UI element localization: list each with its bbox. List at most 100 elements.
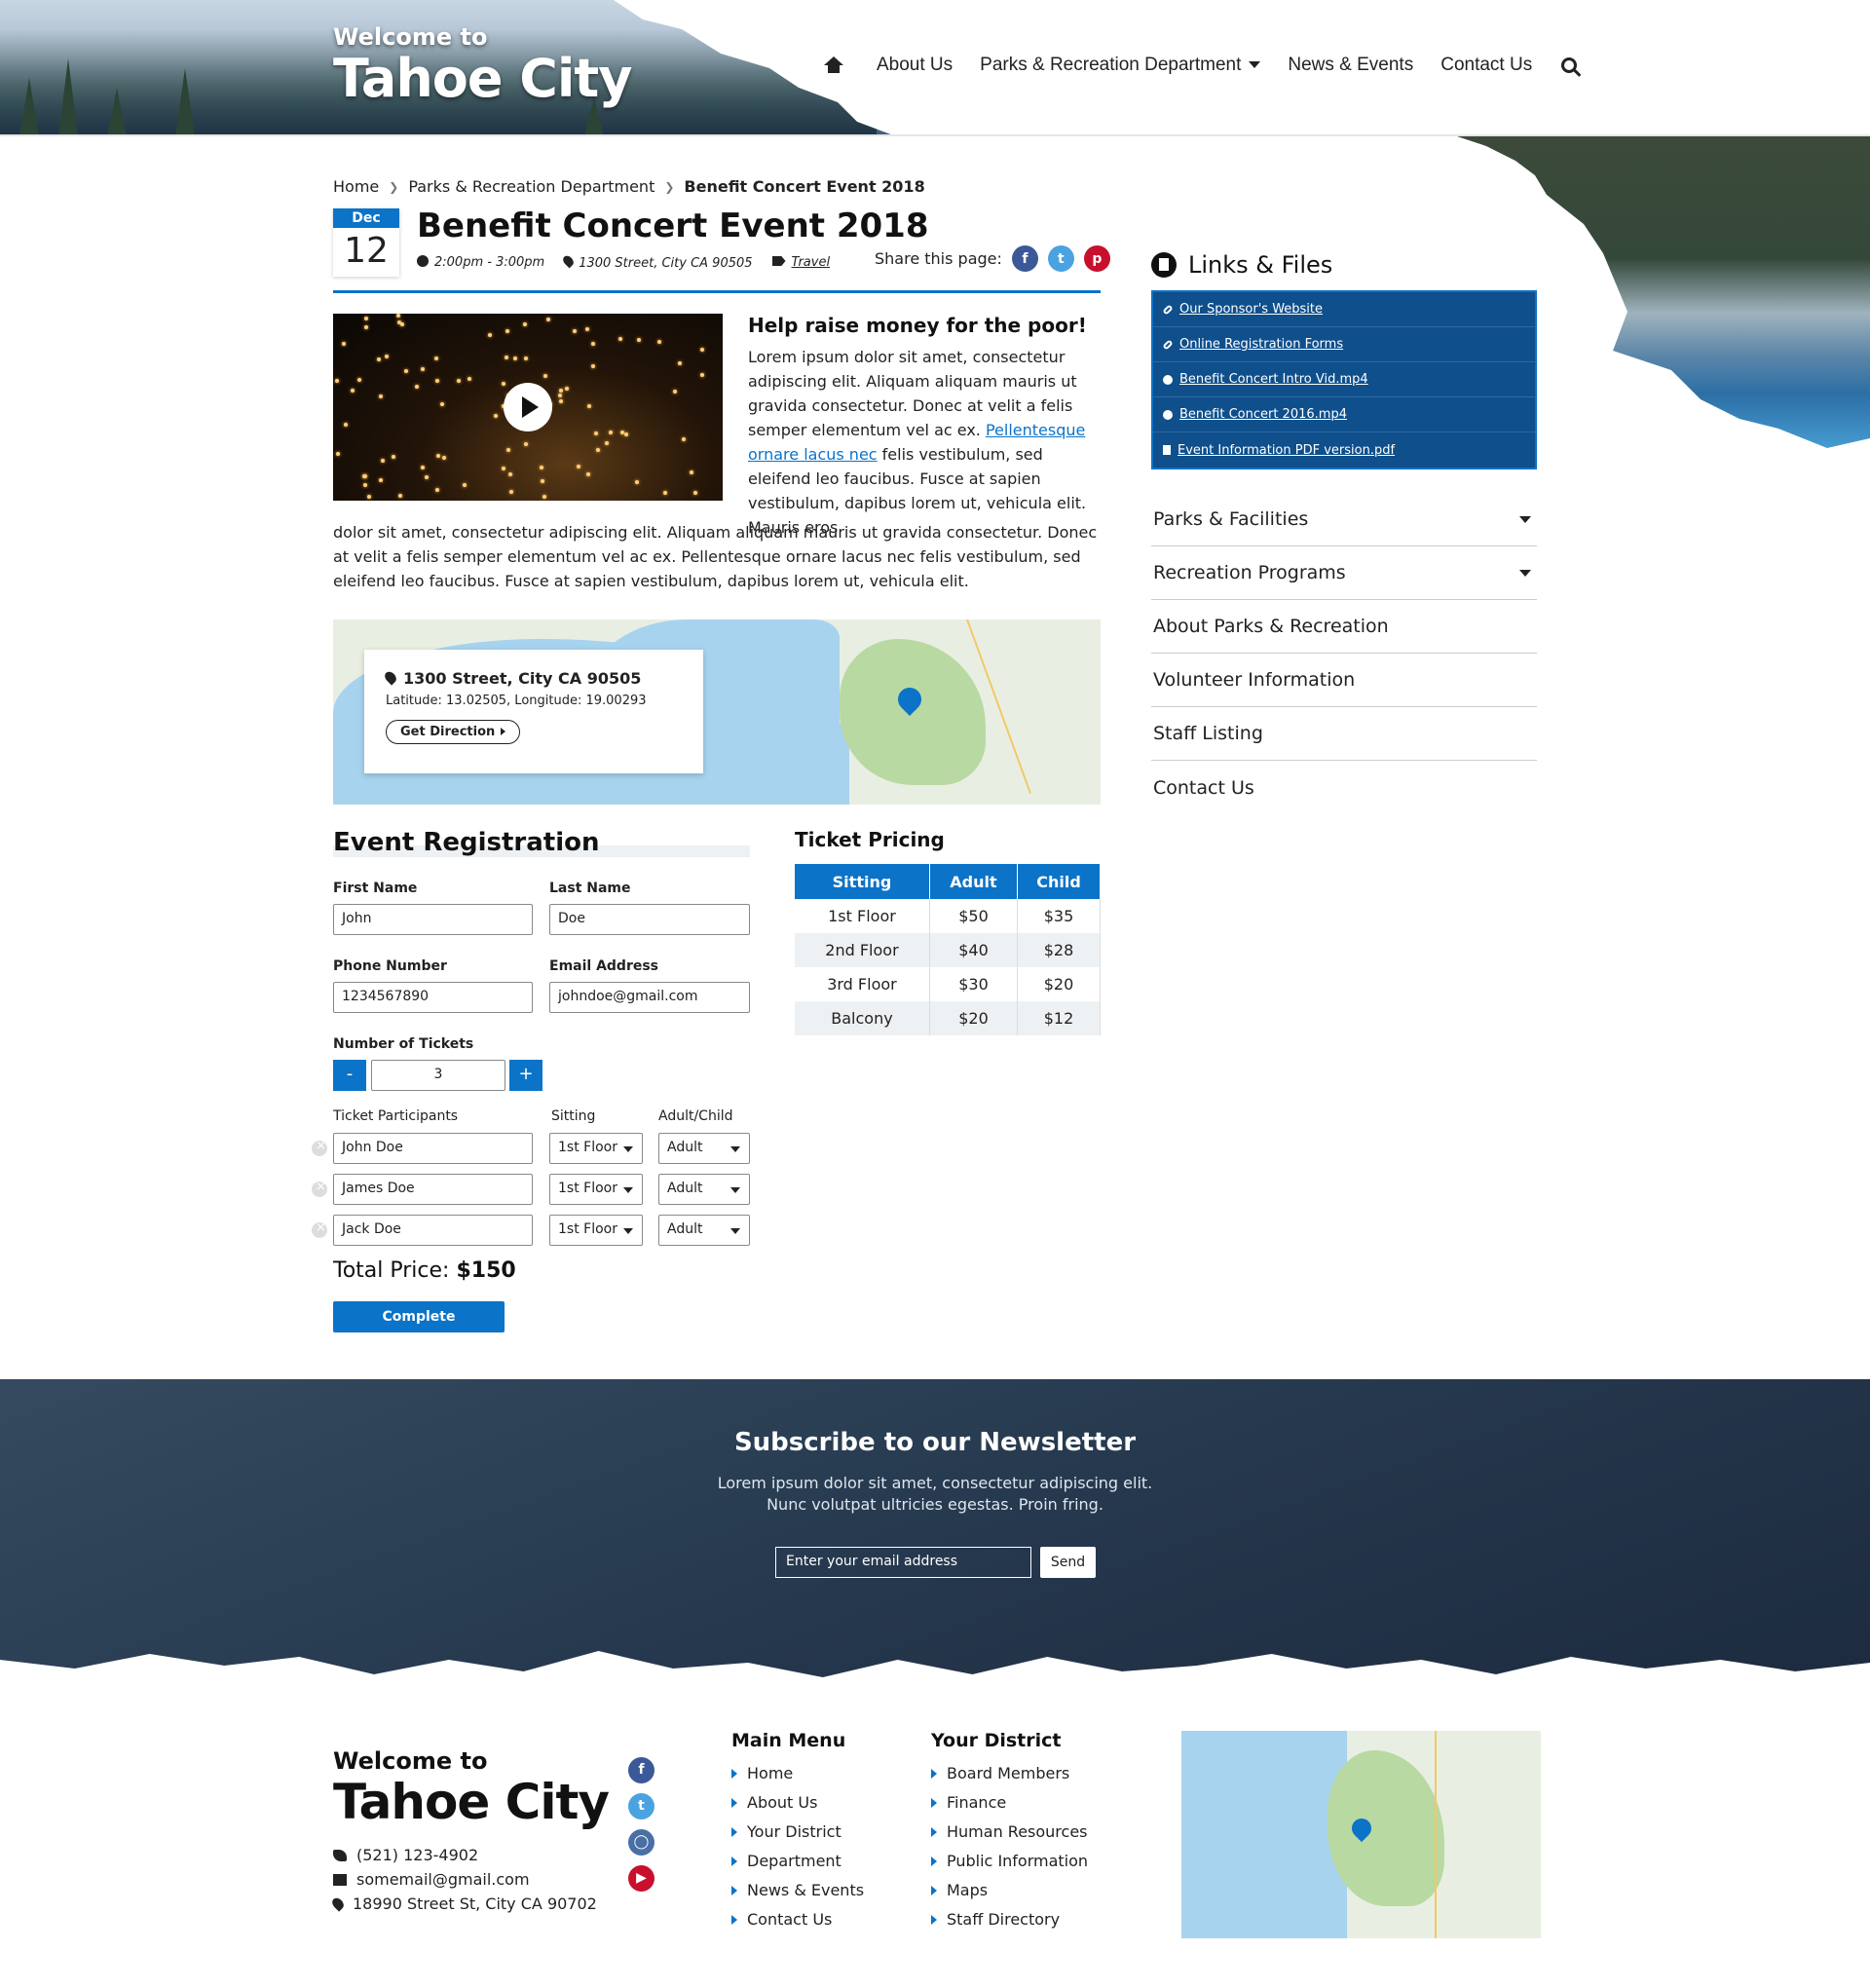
- event-map[interactable]: 1300 Street, City CA 90505 Latitude: 13.…: [333, 619, 1101, 805]
- phone-field[interactable]: 1234567890: [333, 982, 533, 1013]
- map-water: [1181, 1731, 1347, 1938]
- adult-child-select[interactable]: Adult: [658, 1215, 750, 1246]
- participant-name-field[interactable]: James Doe: [333, 1174, 533, 1205]
- footer-phone[interactable]: (521) 123-4902: [333, 1843, 597, 1867]
- table-cell: $12: [1017, 1001, 1101, 1035]
- sidebar-item-recreation-programs[interactable]: Recreation Programs: [1151, 546, 1537, 600]
- lantern-light: [505, 356, 508, 359]
- sitting-select[interactable]: 1st Floor: [549, 1133, 643, 1164]
- lantern-light: [605, 441, 609, 445]
- share-bar: Share this page: f t p: [875, 245, 1110, 272]
- site-logo[interactable]: Welcome to Tahoe City: [333, 23, 632, 107]
- breadcrumb-parks[interactable]: Parks & Recreation Department: [408, 177, 654, 196]
- adult-child-value: Adult: [667, 1221, 703, 1237]
- lantern-light: [381, 459, 385, 463]
- footer-logo[interactable]: Welcome to Tahoe City: [333, 1747, 610, 1829]
- complete-registration-button[interactable]: Complete Registration: [333, 1301, 505, 1356]
- nav-about-us[interactable]: About Us: [877, 55, 953, 76]
- document-icon: [1163, 445, 1171, 455]
- sidebar-item-staff-listing[interactable]: Staff Listing: [1151, 707, 1537, 761]
- adult-child-select[interactable]: Adult: [658, 1133, 750, 1164]
- play-icon[interactable]: [504, 383, 552, 431]
- search-icon[interactable]: [1561, 57, 1578, 73]
- adult-child-select[interactable]: Adult: [658, 1174, 750, 1205]
- footer-link[interactable]: Human Resources: [931, 1818, 1088, 1847]
- footer-link[interactable]: About Us: [731, 1788, 864, 1818]
- first-name-field[interactable]: John: [333, 904, 533, 935]
- home-icon[interactable]: [824, 56, 843, 74]
- footer-link[interactable]: Maps: [931, 1876, 1088, 1905]
- youtube-icon[interactable]: ▶: [628, 1865, 654, 1892]
- footer-link[interactable]: Department: [731, 1847, 864, 1876]
- lantern-light: [624, 432, 628, 436]
- lantern-light: [400, 322, 404, 326]
- last-name-label: Last Name: [549, 881, 631, 896]
- pinterest-icon[interactable]: p: [1083, 245, 1110, 272]
- table-row: 3rd Floor $30 $20: [795, 967, 1101, 1001]
- footer-link[interactable]: Finance: [931, 1788, 1088, 1818]
- tickets-quantity-field[interactable]: 3: [371, 1060, 505, 1091]
- lantern-light: [335, 379, 339, 383]
- footer-link[interactable]: Home: [731, 1759, 864, 1788]
- file-link[interactable]: Event Information PDF version.pdf: [1153, 432, 1535, 468]
- lantern-light: [392, 455, 395, 459]
- lantern-light: [425, 475, 429, 479]
- phone-icon: [333, 1850, 347, 1861]
- twitter-icon[interactable]: t: [628, 1793, 654, 1819]
- event-tag-link[interactable]: Travel: [792, 255, 831, 270]
- lantern-light: [524, 442, 528, 446]
- email-field[interactable]: johndoe@gmail.com: [549, 982, 750, 1013]
- event-video[interactable]: [333, 314, 723, 501]
- nav-news-events[interactable]: News & Events: [1288, 55, 1413, 76]
- chevron-down-icon: [730, 1228, 740, 1234]
- breadcrumb-home[interactable]: Home: [333, 177, 379, 196]
- sidebar-item-contact-us[interactable]: Contact Us: [1151, 761, 1537, 814]
- participant-name-field[interactable]: Jack Doe: [333, 1215, 533, 1246]
- sidebar-item-parks-facilities[interactable]: Parks & Facilities: [1151, 493, 1537, 546]
- twitter-icon[interactable]: t: [1047, 245, 1074, 272]
- newsletter-email-input[interactable]: Enter your email address: [775, 1547, 1031, 1578]
- facebook-icon[interactable]: f: [628, 1757, 654, 1783]
- lantern-light: [385, 355, 389, 358]
- sitting-select[interactable]: 1st Floor: [549, 1215, 643, 1246]
- newsletter-send-button[interactable]: Send: [1040, 1547, 1096, 1578]
- instagram-icon[interactable]: ◯: [628, 1829, 654, 1856]
- footer-email[interactable]: somemail@gmail.com: [333, 1867, 597, 1892]
- file-link[interactable]: Benefit Concert Intro Vid.mp4: [1153, 362, 1535, 397]
- lantern-light: [591, 364, 595, 368]
- footer-link[interactable]: Public Information: [931, 1847, 1088, 1876]
- logo-welcome: Welcome to: [333, 23, 488, 51]
- increment-button[interactable]: +: [509, 1060, 542, 1091]
- footer-link[interactable]: Staff Directory: [931, 1905, 1088, 1934]
- facebook-icon[interactable]: f: [1011, 245, 1038, 272]
- event-heading: Help raise money for the poor!: [748, 314, 1087, 337]
- footer-map[interactable]: [1181, 1731, 1541, 1938]
- get-direction-button[interactable]: Get Direction: [386, 720, 521, 744]
- chevron-down-icon[interactable]: [1519, 515, 1531, 523]
- remove-participant-icon[interactable]: [312, 1180, 327, 1197]
- sitting-select[interactable]: 1st Floor: [549, 1174, 643, 1205]
- footer-link[interactable]: News & Events: [731, 1876, 864, 1905]
- table-cell: $20: [1017, 967, 1101, 1001]
- remove-participant-icon[interactable]: [312, 1139, 327, 1156]
- lantern-light: [540, 466, 543, 469]
- lantern-light: [585, 327, 589, 331]
- file-link[interactable]: Online Registration Forms: [1153, 327, 1535, 362]
- nav-contact-us[interactable]: Contact Us: [1440, 55, 1532, 76]
- last-name-field[interactable]: Doe: [549, 904, 750, 935]
- file-link[interactable]: Benefit Concert 2016.mp4: [1153, 397, 1535, 432]
- chevron-down-icon[interactable]: [1519, 569, 1531, 577]
- tree-shape: [175, 68, 195, 136]
- lantern-light: [523, 322, 527, 326]
- file-link[interactable]: Our Sponsor's Website: [1153, 292, 1535, 327]
- participant-name-field[interactable]: John Doe: [333, 1133, 533, 1164]
- nav-parks-recreation[interactable]: Parks & Recreation Department: [980, 55, 1261, 76]
- sidebar-item-volunteer[interactable]: Volunteer Information: [1151, 654, 1537, 707]
- decrement-button[interactable]: -: [333, 1060, 366, 1091]
- lantern-light: [586, 472, 590, 476]
- footer-link[interactable]: Your District: [731, 1818, 864, 1847]
- sidebar-item-about-parks[interactable]: About Parks & Recreation: [1151, 600, 1537, 654]
- remove-participant-icon[interactable]: [312, 1220, 327, 1238]
- footer-link[interactable]: Board Members: [931, 1759, 1088, 1788]
- footer-link[interactable]: Contact Us: [731, 1905, 864, 1934]
